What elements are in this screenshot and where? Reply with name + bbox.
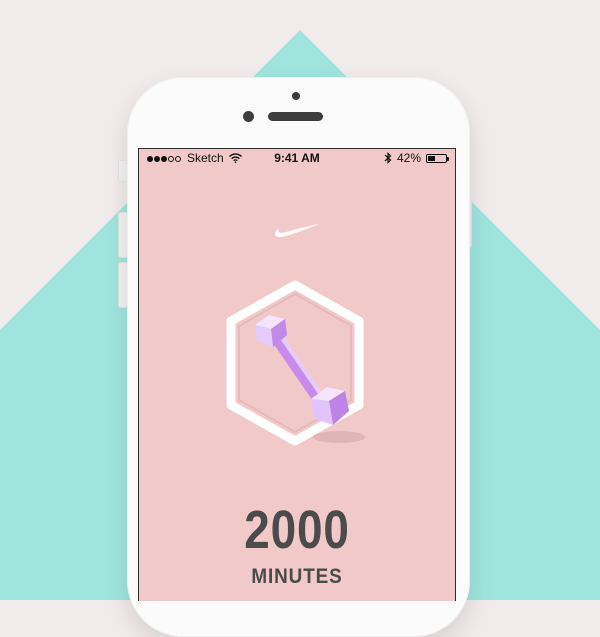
bluetooth-icon bbox=[384, 152, 392, 164]
status-bar: Sketch 9:41 AM 42% bbox=[139, 149, 455, 167]
front-camera-icon bbox=[243, 111, 254, 122]
battery-percent: 42% bbox=[396, 151, 421, 165]
proximity-sensor bbox=[292, 92, 300, 100]
battery-icon bbox=[426, 153, 449, 163]
status-right: 42% bbox=[384, 151, 449, 165]
achievement-unit: MINUTES bbox=[251, 565, 343, 588]
swoosh-icon bbox=[275, 223, 321, 238]
phone-screen: Sketch 9:41 AM 42% 2000 MINUTES bbox=[138, 148, 456, 601]
earpiece-speaker bbox=[268, 112, 323, 121]
achievement-value: 2000 bbox=[244, 500, 350, 560]
achievement-badge bbox=[226, 280, 365, 446]
